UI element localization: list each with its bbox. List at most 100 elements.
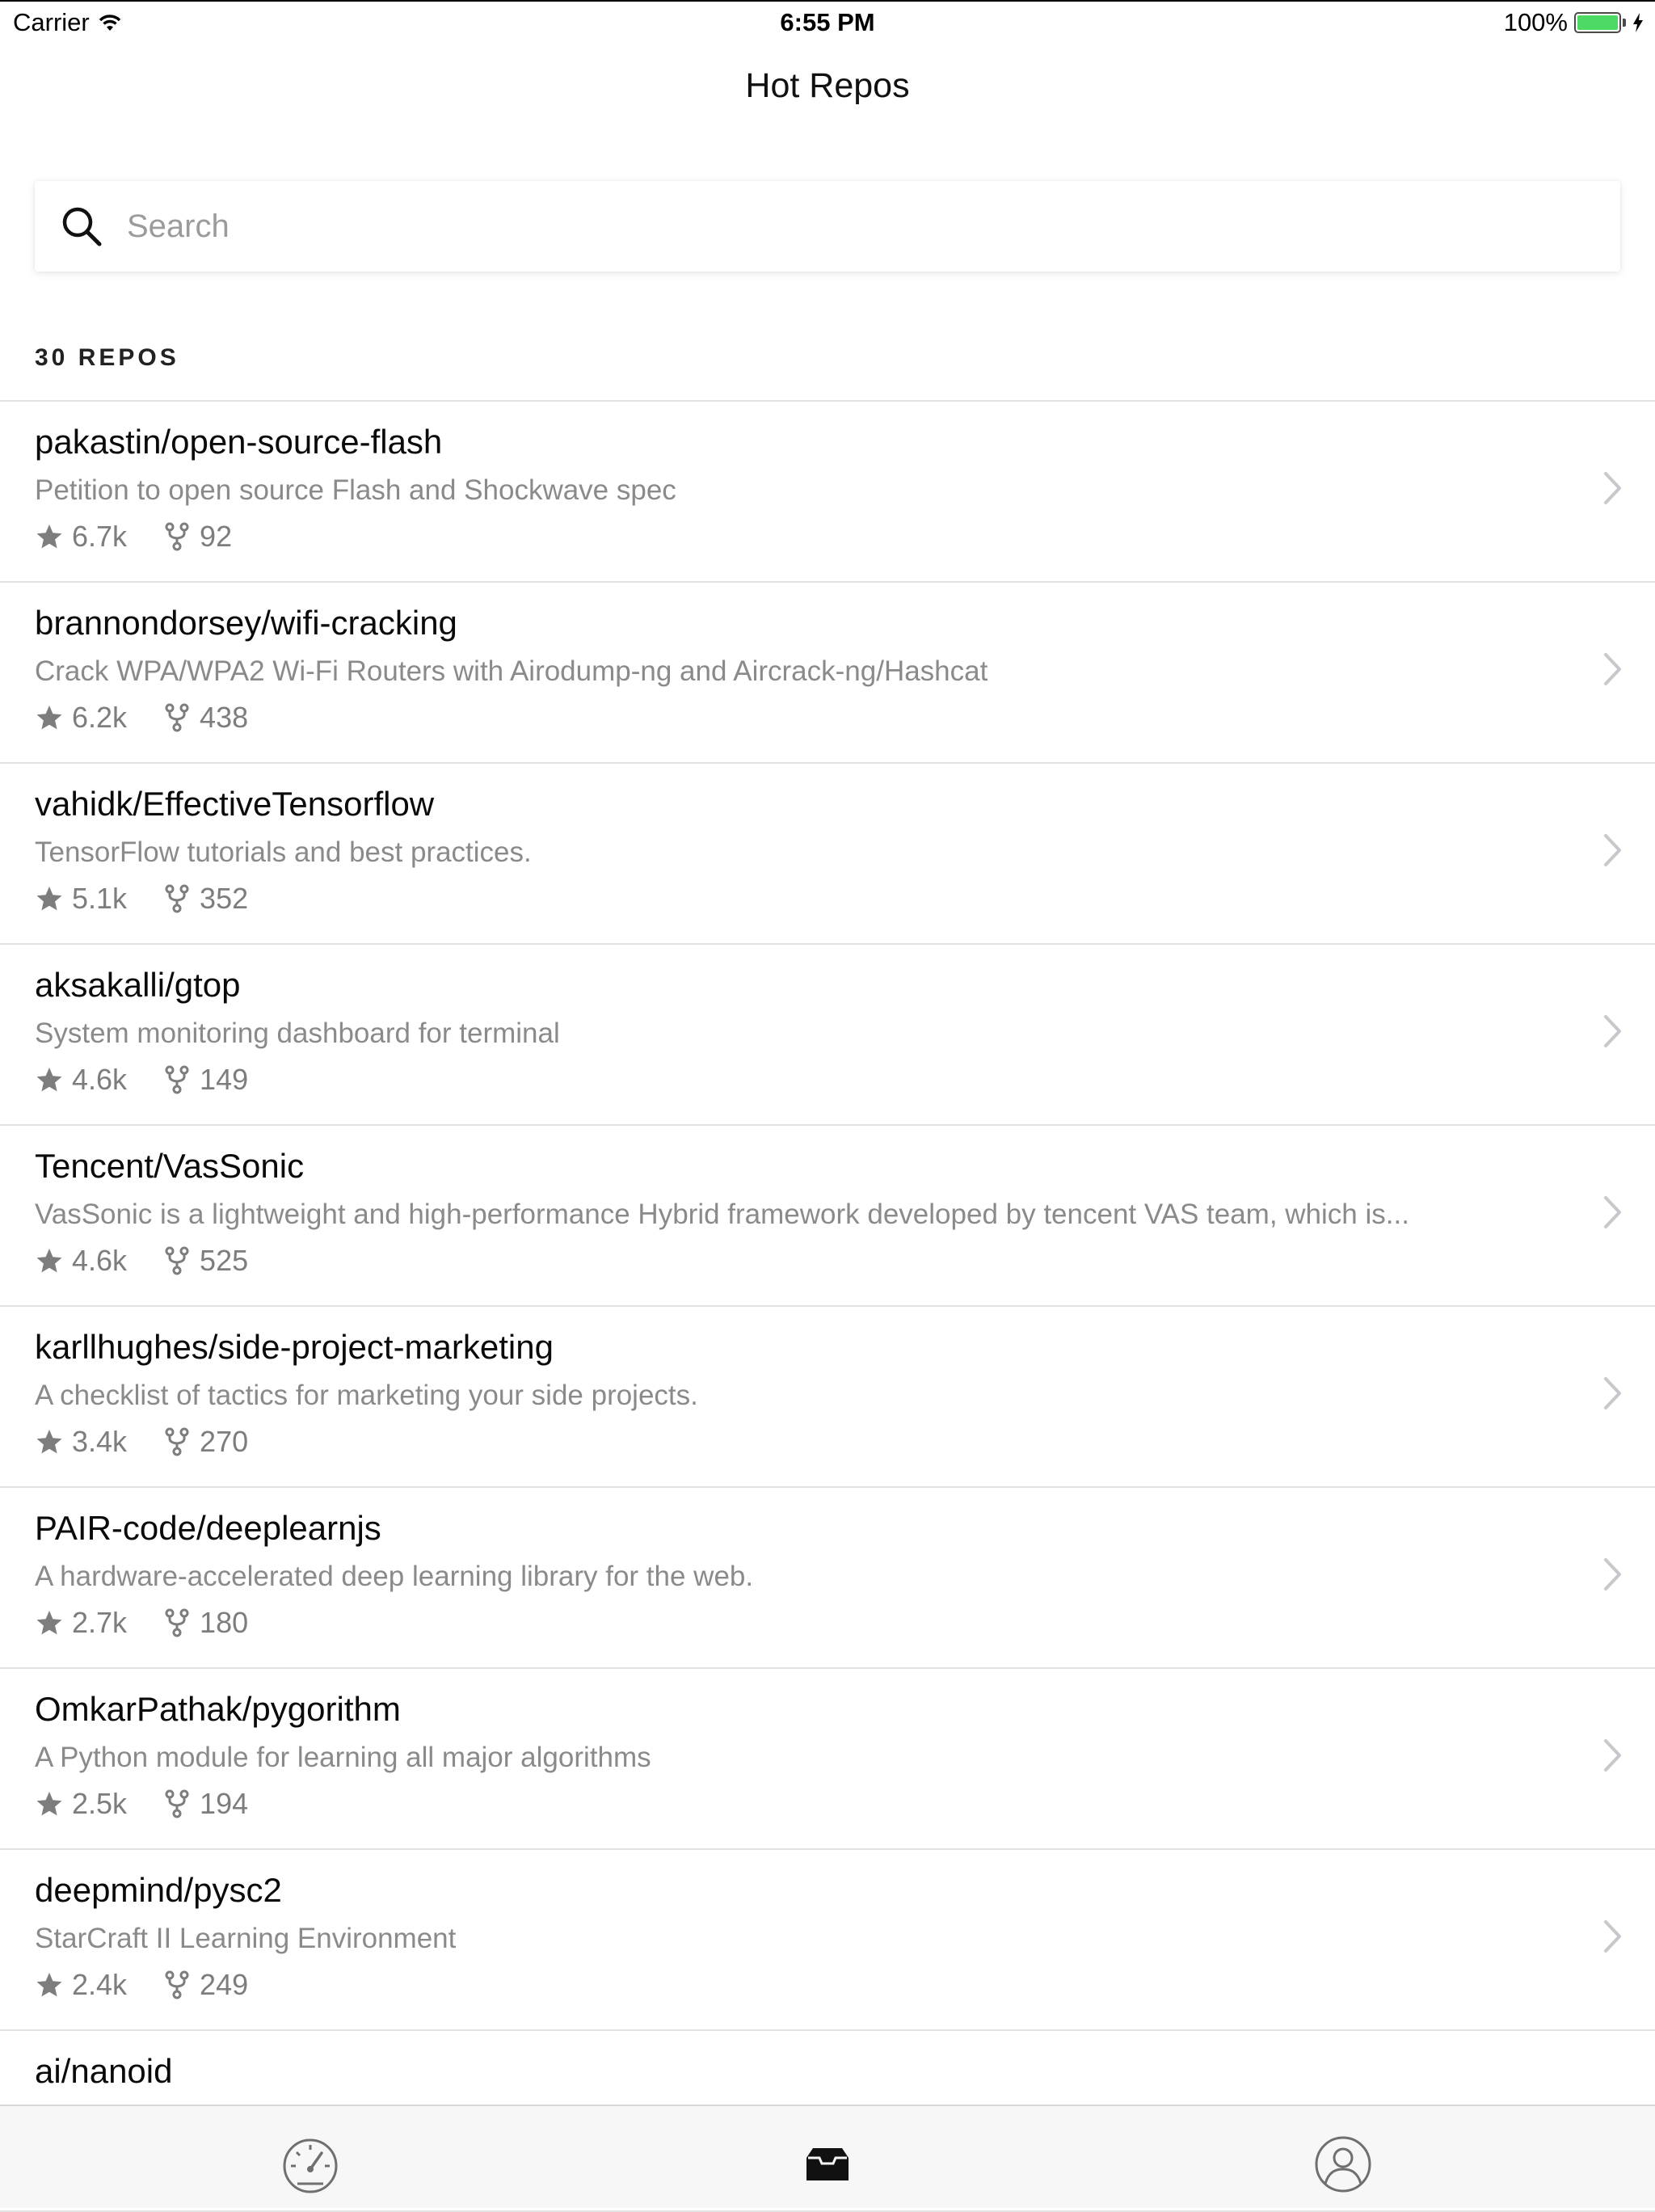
- star-icon: [35, 703, 64, 732]
- fork-icon: [162, 522, 192, 551]
- fork-icon: [162, 884, 192, 913]
- repo-description: Crack WPA/WPA2 Wi-Fi Routers with Airodu…: [35, 655, 988, 687]
- user-profile-icon[interactable]: [1312, 2134, 1374, 2195]
- chevron-right-icon: [1603, 1195, 1623, 1229]
- repo-stats: 4.6k 149: [35, 1063, 248, 1097]
- search-icon: [62, 207, 102, 246]
- chevron-right-icon: [1603, 833, 1623, 867]
- search-bar[interactable]: [35, 181, 1620, 272]
- repo-stats: 2.4k 249: [35, 1968, 248, 2002]
- stars-count: 6.2k: [72, 701, 128, 734]
- repo-row[interactable]: OmkarPathak/pygorithm A Python module for…: [0, 1669, 1655, 1850]
- stars-count: 2.7k: [72, 1606, 128, 1639]
- repo-list: pakastin/open-source-flash Petition to op…: [0, 402, 1655, 2212]
- repo-row[interactable]: pakastin/open-source-flash Petition to op…: [0, 402, 1655, 583]
- forks-count: 438: [200, 701, 249, 734]
- chevron-right-icon: [1603, 1738, 1623, 1772]
- chevron-right-icon: [1603, 471, 1623, 505]
- stars-count: 4.6k: [72, 1244, 128, 1277]
- repo-stats: 5.1k 352: [35, 882, 248, 916]
- repo-description: A checklist of tactics for marketing you…: [35, 1380, 698, 1411]
- battery-icon: [1574, 12, 1621, 33]
- charging-bolt-icon: [1633, 13, 1643, 32]
- repo-name: vahidk/EffectiveTensorflow: [35, 785, 435, 823]
- forks-count: 270: [200, 1425, 249, 1458]
- fork-icon: [162, 703, 192, 732]
- repo-row[interactable]: brannondorsey/wifi-cracking Crack WPA/WPA…: [0, 583, 1655, 764]
- repo-row[interactable]: deepmind/pysc2 StarCraft II Learning Envi…: [0, 1850, 1655, 2031]
- tab-bar: [0, 2105, 1655, 2208]
- fork-icon: [162, 1970, 192, 1999]
- repo-description: StarCraft II Learning Environment: [35, 1923, 457, 1954]
- stars-count: 5.1k: [72, 882, 128, 915]
- chevron-right-icon: [1603, 1376, 1623, 1410]
- repo-row[interactable]: karllhughes/side-project-marketing A chec…: [0, 1307, 1655, 1488]
- repo-row[interactable]: Tencent/VasSonic VasSonic is a lightweigh…: [0, 1126, 1655, 1307]
- stars-count: 2.5k: [72, 1787, 128, 1820]
- repo-name: pakastin/open-source-flash: [35, 423, 443, 461]
- repo-name: brannondorsey/wifi-cracking: [35, 604, 457, 642]
- repo-stats: 4.6k 525: [35, 1244, 248, 1278]
- star-icon: [35, 1608, 64, 1637]
- forks-count: 249: [200, 1968, 249, 2001]
- stars-count: 4.6k: [72, 1063, 128, 1096]
- chevron-right-icon: [1603, 1557, 1623, 1591]
- repo-row[interactable]: PAIR-code/deeplearnjs A hardware-accelera…: [0, 1488, 1655, 1669]
- repo-name: PAIR-code/deeplearnjs: [35, 1509, 381, 1547]
- battery-fill: [1577, 15, 1618, 30]
- forks-count: 352: [200, 882, 249, 915]
- search-input[interactable]: [127, 181, 1581, 272]
- repo-stats: 2.5k 194: [35, 1787, 248, 1821]
- status-right: 100%: [1504, 8, 1644, 37]
- repo-name: ai/nanoid: [35, 2052, 173, 2090]
- status-bar: Carrier 6:55 PM 100%: [0, 0, 1655, 45]
- stars-count: 6.7k: [72, 520, 128, 553]
- chevron-right-icon: [1603, 652, 1623, 686]
- forks-count: 149: [200, 1063, 249, 1096]
- repo-name: karllhughes/side-project-marketing: [35, 1328, 554, 1366]
- repo-description: A Python module for learning all major a…: [35, 1742, 651, 1773]
- stars-count: 2.4k: [72, 1968, 128, 2001]
- repo-count-header: 30 REPOS: [35, 344, 179, 371]
- stars-count: 3.4k: [72, 1425, 128, 1458]
- star-icon: [35, 1427, 64, 1456]
- star-icon: [35, 1246, 64, 1275]
- repo-description: Petition to open source Flash and Shockw…: [35, 474, 676, 506]
- repo-name: Tencent/VasSonic: [35, 1147, 305, 1185]
- repo-row[interactable]: vahidk/EffectiveTensorflow TensorFlow tut…: [0, 764, 1655, 945]
- forks-count: 92: [200, 520, 233, 553]
- repo-description: A hardware-accelerated deep learning lib…: [35, 1561, 754, 1592]
- star-icon: [35, 1970, 64, 1999]
- page-title: Hot Repos: [745, 66, 910, 105]
- star-icon: [35, 1789, 64, 1818]
- chevron-right-icon: [1603, 1919, 1623, 1953]
- fork-icon: [162, 1065, 192, 1094]
- forks-count: 180: [200, 1606, 249, 1639]
- status-time: 6:55 PM: [780, 8, 875, 36]
- inbox-tray-icon[interactable]: [797, 2134, 858, 2195]
- star-icon: [35, 1065, 64, 1094]
- repo-description: VasSonic is a lightweight and high-perfo…: [35, 1199, 1409, 1230]
- repo-stats: 3.4k 270: [35, 1425, 248, 1459]
- repo-name: OmkarPathak/pygorithm: [35, 1690, 401, 1728]
- fork-icon: [162, 1789, 192, 1818]
- speedometer-icon[interactable]: [280, 2134, 341, 2195]
- chevron-right-icon: [1603, 1014, 1623, 1048]
- repo-name: aksakalli/gtop: [35, 966, 241, 1004]
- repo-description: System monitoring dashboard for terminal: [35, 1018, 560, 1049]
- forks-count: 525: [200, 1244, 249, 1277]
- forks-count: 194: [200, 1787, 249, 1820]
- fork-icon: [162, 1608, 192, 1637]
- repo-name: deepmind/pysc2: [35, 1871, 282, 1909]
- fork-icon: [162, 1427, 192, 1456]
- repo-stats: 2.7k 180: [35, 1606, 248, 1640]
- fork-icon: [162, 1246, 192, 1275]
- repo-stats: 6.2k 438: [35, 701, 248, 735]
- repo-row[interactable]: aksakalli/gtop System monitoring dashboar…: [0, 945, 1655, 1126]
- repo-description: TensorFlow tutorials and best practices.: [35, 836, 532, 868]
- star-icon: [35, 522, 64, 551]
- star-icon: [35, 884, 64, 913]
- battery-tip: [1623, 19, 1626, 27]
- repo-stats: 6.7k 92: [35, 520, 232, 554]
- battery-percent: 100%: [1503, 8, 1568, 36]
